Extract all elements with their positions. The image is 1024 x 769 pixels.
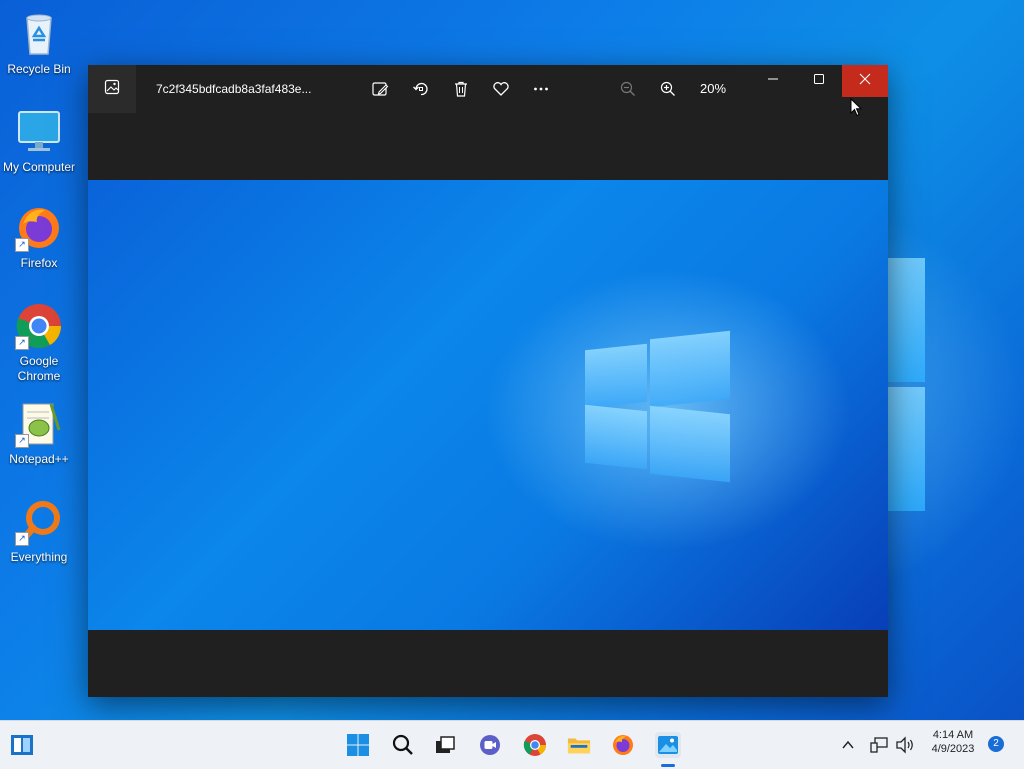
minimize-button[interactable] (750, 65, 796, 97)
desktop-icon-label: Everything (10, 550, 68, 564)
photo-icon (104, 79, 120, 100)
clock-date: 4/9/2023 (931, 743, 975, 755)
photos-app-button[interactable] (88, 65, 136, 113)
edit-image-icon[interactable] (368, 77, 392, 101)
more-icon[interactable] (529, 77, 553, 101)
close-icon (859, 72, 871, 90)
rotate-icon[interactable] (409, 77, 433, 101)
maximize-icon (813, 72, 825, 90)
shortcut-arrow-icon: ↗ (15, 434, 29, 448)
desktop-icon-firefox[interactable]: ↗ Firefox (0, 204, 78, 271)
firefox-icon: ↗ (15, 204, 63, 252)
desktop-icon-label: Recycle Bin (7, 62, 71, 76)
logo-pane (650, 330, 730, 408)
desktop-icon-label: My Computer (2, 160, 76, 174)
desktop-icon-recycle-bin[interactable]: Recycle Bin (0, 10, 78, 77)
maximize-button[interactable] (796, 65, 842, 97)
zoom-level[interactable]: 20% (700, 81, 726, 96)
taskbar: 4:14 AM 4/9/2023 (0, 720, 1024, 769)
chrome-icon[interactable] (523, 733, 547, 757)
logo-pane (650, 405, 730, 483)
desktop-icon-label: Notepad++ (9, 452, 69, 466)
clock[interactable]: 4:14 AM 4/9/2023 (922, 729, 984, 755)
clock-time: 4:14 AM (932, 729, 974, 741)
photos-window: 7c2f345bdfcadb8a3faf483e... 20% (88, 65, 888, 697)
desktop-icon-label: Google Chrome (17, 354, 61, 383)
chevron-up-icon[interactable] (836, 733, 860, 757)
notification-badge[interactable]: 2 (988, 736, 1004, 752)
title-bar: 7c2f345bdfcadb8a3faf483e... 20% (88, 65, 888, 113)
zoom-out-icon[interactable] (616, 77, 640, 101)
photo-canvas[interactable] (88, 180, 888, 630)
logo-pane (585, 343, 647, 409)
search-icon[interactable] (391, 733, 415, 757)
logo-pane (585, 404, 647, 470)
widgets-icon[interactable] (10, 733, 34, 757)
start-icon[interactable] (346, 733, 370, 757)
file-name: 7c2f345bdfcadb8a3faf483e... (156, 82, 312, 96)
delete-icon[interactable] (449, 77, 473, 101)
desktop-icon-label: Firefox (20, 256, 58, 270)
desktop-icon-everything[interactable]: ↗ Everything (0, 498, 78, 565)
firefox-icon[interactable] (611, 733, 635, 757)
volume-icon[interactable] (893, 733, 917, 757)
monitor-icon (15, 108, 63, 156)
shortcut-arrow-icon: ↗ (15, 238, 29, 252)
network-icon[interactable] (867, 733, 891, 757)
chrome-icon: ↗ (15, 302, 63, 350)
task-view-icon[interactable] (433, 733, 457, 757)
mouse-cursor-icon (850, 97, 863, 122)
photos-icon[interactable] (655, 732, 681, 758)
shortcut-arrow-icon: ↗ (15, 532, 29, 546)
minimize-icon (767, 72, 779, 90)
favorite-icon[interactable] (489, 77, 513, 101)
desktop-icon-notepadpp[interactable]: ↗ Notepad++ (0, 400, 78, 467)
close-button[interactable] (842, 65, 888, 97)
zoom-in-icon[interactable] (656, 77, 680, 101)
desktop-icon-google-chrome[interactable]: ↗ Google Chrome (0, 302, 78, 384)
file-explorer-icon[interactable] (567, 733, 591, 757)
shortcut-arrow-icon: ↗ (15, 336, 29, 350)
everything-icon: ↗ (15, 498, 63, 546)
chat-icon[interactable] (478, 733, 502, 757)
recycle-bin-icon (15, 10, 63, 58)
notepadpp-icon: ↗ (15, 400, 63, 448)
desktop-icon-my-computer[interactable]: My Computer (0, 108, 78, 175)
active-app-indicator (661, 764, 675, 767)
